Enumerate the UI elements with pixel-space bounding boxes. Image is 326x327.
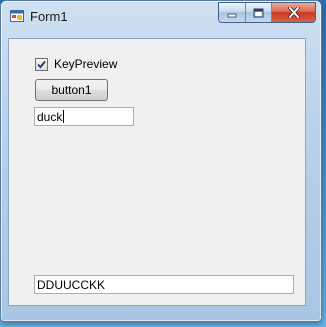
minimize-button[interactable] <box>219 3 246 22</box>
checkmark-icon <box>37 60 46 68</box>
close-button[interactable] <box>272 3 315 22</box>
text-caret <box>63 110 65 123</box>
bottom-textbox-value: DDUUCCKK <box>37 277 106 292</box>
close-icon <box>287 7 300 18</box>
form-client-area: KeyPreview button1 duck DDUUCCKK <box>8 38 306 306</box>
minimize-icon <box>227 13 237 17</box>
caption-buttons <box>218 2 316 23</box>
title-bar[interactable]: Form1 <box>1 1 321 31</box>
form-app-icon <box>10 10 24 22</box>
maximize-button[interactable] <box>246 3 272 22</box>
bottom-textbox[interactable]: DDUUCCKK <box>34 275 294 294</box>
keypreview-checkbox-row[interactable]: KeyPreview <box>35 57 117 71</box>
keypreview-checkbox[interactable] <box>35 57 48 71</box>
keypreview-label: KeyPreview <box>54 57 118 71</box>
button1[interactable]: button1 <box>35 79 108 101</box>
window-title: Form1 <box>30 9 68 24</box>
maximize-icon <box>253 8 264 17</box>
top-textbox-value: duck <box>37 109 63 124</box>
form1-window: Form1 KeyPreview button1 duck DDUUCCKK <box>0 0 322 322</box>
top-textbox[interactable]: duck <box>34 107 134 126</box>
